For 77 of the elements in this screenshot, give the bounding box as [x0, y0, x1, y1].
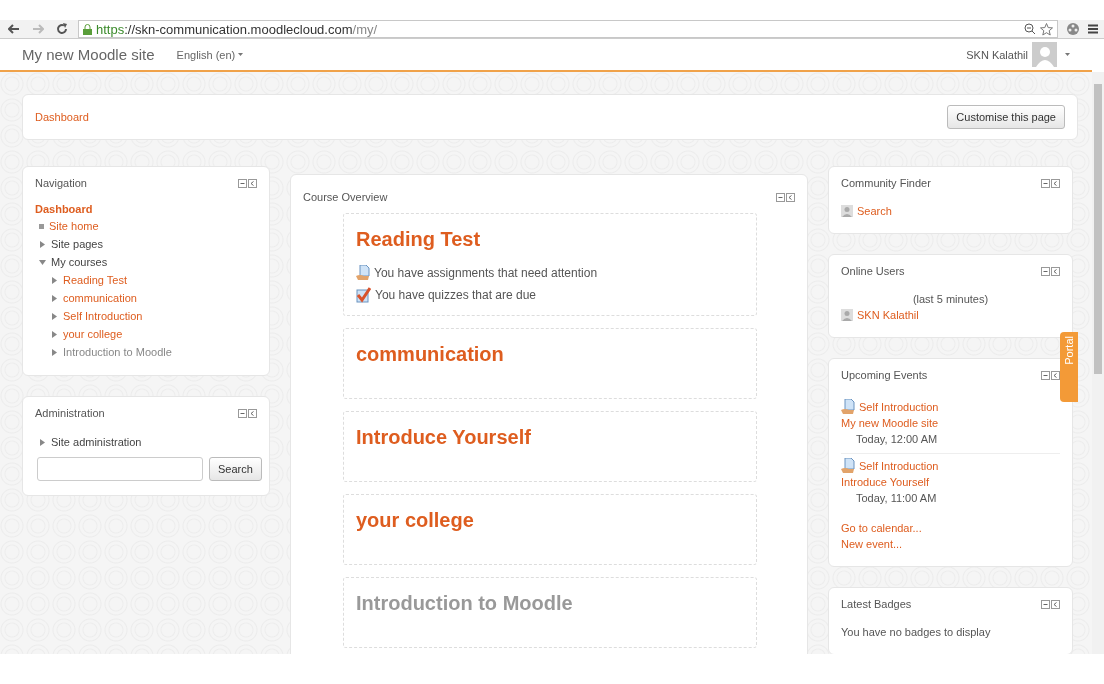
- block-controls-icon[interactable]: [776, 192, 795, 202]
- collapsed-arrow-icon: [51, 330, 58, 338]
- notice-text: You have assignments that need attention: [374, 266, 598, 280]
- url-text: https://skn-communication.moodlecloud.com/my/: [96, 21, 378, 37]
- block-title: Community Finder: [841, 177, 931, 189]
- collapsed-arrow-icon: [51, 276, 58, 284]
- document-hand-icon: [841, 458, 855, 474]
- tree-item[interactable]: Site pages: [39, 235, 257, 253]
- customise-page-button[interactable]: Customise this page: [947, 105, 1065, 129]
- course-title-link[interactable]: your college: [356, 509, 744, 532]
- collapsed-arrow-icon: [51, 294, 58, 302]
- notice-text: You have quizzes that are due: [375, 288, 536, 302]
- block-controls-icon[interactable]: [238, 408, 257, 418]
- course-title-link[interactable]: Introduce Yourself: [356, 426, 744, 449]
- course-link[interactable]: My new Moodle site: [841, 415, 1060, 431]
- star-icon[interactable]: [1040, 22, 1053, 36]
- course-title-link[interactable]: Introduction to Moodle: [356, 592, 744, 615]
- block-title: Course Overview: [303, 191, 388, 203]
- document-hand-icon: [356, 265, 370, 281]
- block-controls-icon[interactable]: [238, 178, 257, 188]
- lock-icon: [83, 23, 92, 35]
- tree-item[interactable]: Reading Test: [51, 271, 257, 289]
- period-text: (last 5 minutes): [911, 292, 990, 307]
- language-menu[interactable]: English (en): [176, 48, 244, 61]
- block-controls-icon[interactable]: [1041, 370, 1060, 380]
- zoom-out-icon[interactable]: [1024, 23, 1036, 35]
- collapsed-arrow-icon: [39, 438, 46, 446]
- collapsed-arrow-icon: [51, 348, 58, 356]
- event-time: Today, 11:00 AM: [855, 491, 938, 506]
- tree-item[interactable]: Site home: [39, 217, 257, 235]
- block-controls-icon[interactable]: [1041, 266, 1060, 276]
- reload-button[interactable]: [54, 21, 70, 37]
- course-link[interactable]: Introduce Yourself: [841, 474, 1060, 490]
- expanded-arrow-icon: [39, 258, 46, 266]
- menu-icon[interactable]: [1088, 24, 1098, 34]
- event-link[interactable]: Self Introduction: [859, 399, 939, 415]
- tree-item[interactable]: Self Introduction: [51, 307, 257, 325]
- caret-icon[interactable]: [1065, 53, 1070, 56]
- users-icon: [841, 205, 853, 217]
- search-button[interactable]: Search: [209, 457, 262, 481]
- collapsed-arrow-icon: [39, 240, 46, 248]
- user-name-link[interactable]: SKN Kalathil: [966, 48, 1028, 61]
- block-title: Latest Badges: [841, 598, 912, 610]
- search-field[interactable]: [37, 457, 203, 481]
- address-bar[interactable]: https://skn-communication.moodlecloud.com/my/: [78, 20, 1058, 38]
- event-link[interactable]: Self Introduction: [859, 458, 939, 474]
- document-hand-icon: [841, 399, 855, 415]
- block-title: Administration: [35, 407, 105, 419]
- block-title: Online Users: [841, 265, 905, 277]
- bullet-icon: [39, 223, 44, 229]
- event-time: Today, 12:00 AM: [855, 432, 939, 447]
- block-controls-icon[interactable]: [1041, 178, 1060, 188]
- caret-icon: [238, 53, 244, 56]
- user-icon: [841, 309, 853, 321]
- calendar-link[interactable]: New event...: [841, 536, 1060, 552]
- user-link[interactable]: SKN Kalathil: [857, 307, 919, 323]
- tree-item[interactable]: My courses: [39, 253, 257, 271]
- tree-item[interactable]: communication: [51, 289, 257, 307]
- collapsed-arrow-icon: [51, 312, 58, 320]
- film-reel-icon[interactable]: [1066, 22, 1080, 36]
- calendar-link[interactable]: Go to calendar...: [841, 520, 1060, 536]
- tree-root-link[interactable]: Dashboard: [35, 203, 257, 215]
- badges-message: You have no badges to display: [841, 625, 992, 640]
- search-link[interactable]: Search: [857, 203, 892, 219]
- portal-tab[interactable]: Portal: [1060, 332, 1078, 402]
- tree-item[interactable]: Introduction to Moodle: [51, 343, 257, 361]
- tree-item[interactable]: your college: [51, 325, 257, 343]
- course-title-link[interactable]: communication: [356, 343, 744, 366]
- block-title: Upcoming Events: [841, 369, 928, 381]
- block-title: Navigation: [35, 177, 87, 189]
- scrollbar[interactable]: [1092, 72, 1104, 654]
- tree-item[interactable]: Site administration: [39, 433, 257, 451]
- checked-document-icon: [356, 287, 371, 303]
- site-name-link[interactable]: My new Moodle site: [22, 46, 155, 63]
- course-title-link[interactable]: Reading Test: [356, 228, 744, 251]
- breadcrumb-link[interactable]: Dashboard: [35, 111, 89, 123]
- block-controls-icon[interactable]: [1041, 599, 1060, 609]
